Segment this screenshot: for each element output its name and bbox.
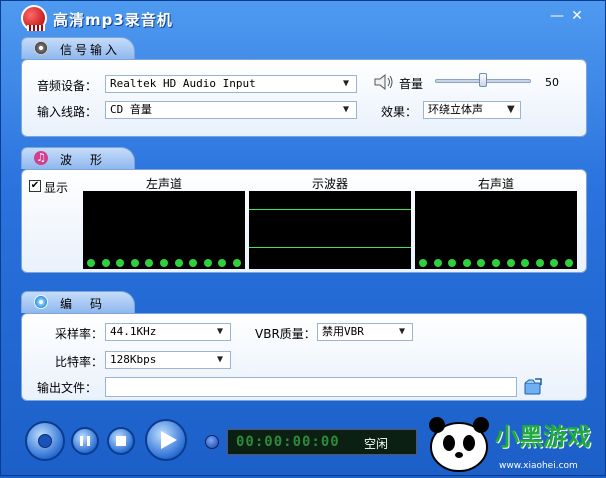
meter-led <box>174 259 183 267</box>
effect-select[interactable]: 环绕立体声 ▼ <box>423 101 521 119</box>
meter-led <box>448 259 457 267</box>
site-text: www.xiaohei.com <box>499 461 578 471</box>
folder-browse-icon[interactable] <box>523 377 543 397</box>
chevron-down-icon: ▼ <box>343 104 350 115</box>
vbr-quality-select[interactable]: 禁用VBR ▼ <box>317 323 413 341</box>
sample-rate-label: 采样率： <box>55 327 104 341</box>
meter-led <box>87 259 95 267</box>
scope-trace-bottom <box>249 247 411 248</box>
left-channel-meter <box>83 191 245 269</box>
audio-device-select[interactable]: Realtek HD Audio Input ▼ <box>105 75 357 93</box>
chevron-down-icon: ▼ <box>399 326 406 337</box>
meter-led <box>491 259 500 267</box>
meter-led <box>419 259 427 267</box>
volume-value: 50 <box>545 76 559 89</box>
pause-button[interactable] <box>71 427 99 455</box>
meter-led <box>564 259 573 267</box>
tab-encoding-label: 编 码 <box>60 297 106 311</box>
input-line-select[interactable]: CD 音量 ▼ <box>105 101 357 119</box>
bitrate-value: 128Kbps <box>110 353 157 366</box>
volume-slider-thumb[interactable] <box>479 73 487 87</box>
output-file-input[interactable] <box>105 377 517 397</box>
effect-value: 环绕立体声 <box>428 103 483 116</box>
vbr-quality-label: VBR质量： <box>255 327 316 341</box>
right-channel-label: 右声道 <box>477 177 514 191</box>
meter-led <box>550 259 559 267</box>
right-led-row <box>419 259 573 267</box>
meter-led <box>116 259 125 267</box>
tab-waveform: ♫ 波 形 <box>21 147 135 169</box>
tab-encoding: 编 码 <box>21 291 135 313</box>
chevron-down-icon: ▼ <box>507 104 515 115</box>
meter-led <box>189 259 198 267</box>
recorder-app-icon <box>21 5 47 31</box>
close-button[interactable]: ✕ <box>569 9 585 25</box>
meter-led <box>433 259 442 267</box>
meter-led <box>203 259 212 267</box>
audio-device-label: 音频设备： <box>37 79 98 93</box>
input-line-label: 输入线路： <box>37 105 98 119</box>
meter-led <box>218 259 227 267</box>
meter-led <box>506 259 515 267</box>
meter-led <box>101 259 110 267</box>
bitrate-select[interactable]: 128Kbps ▼ <box>105 351 231 369</box>
record-icon <box>38 434 52 448</box>
chevron-down-icon: ▼ <box>217 354 224 365</box>
speaker-disc-icon <box>34 41 48 55</box>
time-counter: 00:00:00:00 <box>236 434 340 450</box>
show-label: 显示 <box>44 181 69 195</box>
left-channel-label: 左声道 <box>145 177 182 191</box>
meter-led <box>232 259 241 267</box>
stop-icon <box>116 436 126 446</box>
right-channel-meter <box>415 191 577 269</box>
tab-waveform-label: 波 形 <box>60 153 106 167</box>
play-button[interactable] <box>145 419 187 461</box>
sample-rate-value: 44.1KHz <box>110 325 157 338</box>
oscilloscope-display <box>249 191 411 269</box>
volume-label: 音量 <box>399 77 424 91</box>
brand-text: 小黑游戏 <box>495 423 591 451</box>
vbr-quality-value: 禁用VBR <box>322 325 364 338</box>
status-dot-icon <box>205 435 219 449</box>
meter-led <box>521 259 530 267</box>
play-icon <box>161 431 177 449</box>
pause-icon <box>80 436 90 446</box>
stop-button[interactable] <box>107 427 135 455</box>
meter-led <box>462 259 471 267</box>
meter-led <box>130 259 139 267</box>
output-file-label: 输出文件： <box>37 381 98 395</box>
record-button[interactable] <box>25 421 65 461</box>
watermark-logo: 小黑游戏 www.xiaohei.com <box>419 411 605 475</box>
oscilloscope-label: 示波器 <box>311 177 348 191</box>
window-title: 高清mp3录音机 <box>53 11 173 29</box>
recording-status-display: 00:00:00:00 空闲 <box>227 429 417 455</box>
scope-trace-top <box>249 209 411 210</box>
meter-led <box>145 259 154 267</box>
show-checkbox[interactable]: ✔ <box>29 180 41 192</box>
music-note-icon: ♫ <box>34 151 48 165</box>
chevron-down-icon: ▼ <box>217 326 224 337</box>
audio-device-value: Realtek HD Audio Input <box>110 77 256 90</box>
meter-led <box>535 259 544 267</box>
sample-rate-select[interactable]: 44.1KHz ▼ <box>105 323 231 341</box>
title-bar[interactable]: 高清mp3录音机 — ✕ <box>1 1 605 35</box>
meter-led <box>159 259 168 267</box>
speaker-volume-icon <box>374 73 393 91</box>
signal-input-panel <box>21 59 587 137</box>
tab-signal-input: 信号输入 <box>21 37 135 59</box>
left-led-row <box>87 259 241 267</box>
input-line-value: CD 音量 <box>110 103 152 116</box>
effect-label: 效果： <box>381 105 418 119</box>
minimize-button[interactable]: — <box>549 9 565 25</box>
tab-signal-input-label: 信号输入 <box>60 43 121 57</box>
cd-disc-icon <box>34 295 48 309</box>
app-window: 高清mp3录音机 — ✕ 信号输入 音频设备： Realtek HD Audio… <box>0 0 606 476</box>
bitrate-label: 比特率： <box>55 355 104 369</box>
chevron-down-icon: ▼ <box>343 78 350 89</box>
status-text: 空闲 <box>364 437 389 451</box>
meter-led <box>477 259 486 267</box>
